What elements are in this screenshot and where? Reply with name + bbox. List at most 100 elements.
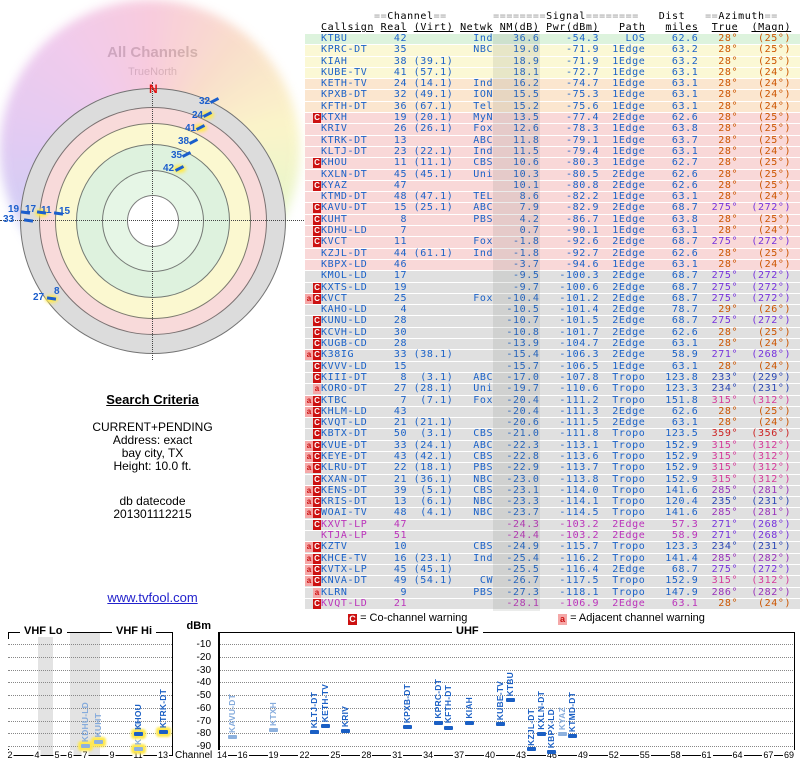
co-channel-marker-icon: C bbox=[313, 113, 321, 124]
table-row: a C KLRU-DT 22 (18.1) PBS -22.9 -113.7 Tro… bbox=[305, 462, 800, 474]
azimuth-values: 28° (24°) bbox=[698, 360, 792, 372]
table-row: C KBTX-DT 50 (3.1) CBS -21.0 -111.8 Tropo… bbox=[305, 428, 800, 440]
uhf-gridline bbox=[218, 707, 795, 709]
warning-marker-cell bbox=[305, 147, 321, 157]
bar-callsign-label: KIAH bbox=[463, 697, 474, 719]
vhf-gridline bbox=[8, 733, 172, 735]
bar-callsign-label: KLTJ-DT bbox=[309, 692, 320, 729]
signal-bar bbox=[464, 720, 474, 725]
uhf-channel-tick: 55 bbox=[638, 750, 651, 760]
adjacent-channel-marker-icon: a bbox=[305, 564, 313, 575]
co-channel-marker-icon: C bbox=[313, 497, 321, 508]
vhf-right-border bbox=[172, 632, 173, 756]
azimuth-values: 28° (25°) bbox=[698, 157, 792, 169]
station-row-data: KUHT 8 PBS 4.2 -86.7 1Edge 63.8 bbox=[321, 213, 699, 225]
vhf-lo-band-label: VHF Lo bbox=[20, 625, 67, 637]
station-row-data: KORO-DT 27 (28.1) Uni -19.7 -110.6 Tropo… bbox=[321, 383, 699, 395]
co-channel-marker-icon: C bbox=[313, 214, 321, 225]
azimuth-values: 315° (312°) bbox=[698, 439, 792, 451]
station-row-data: KBTX-DT 50 (3.1) CBS -21.0 -111.8 Tropo … bbox=[321, 428, 699, 440]
table-row: C KVCT 11 Fox -1.8 -92.6 2Edge 68.7 275° … bbox=[305, 236, 800, 248]
signal-bar bbox=[341, 729, 351, 734]
warning-marker-cell: C bbox=[305, 339, 321, 350]
warning-marker-cell bbox=[305, 249, 321, 259]
azimuth-values: 275° (272°) bbox=[698, 315, 792, 327]
station-row-data: WOAI-TV 48 (4.1) NBC -23.7 -114.5 Tropo … bbox=[321, 507, 699, 519]
azimuth-values: 28° (25°) bbox=[698, 405, 792, 417]
vhf-channel-tick: 9 bbox=[108, 750, 116, 760]
azimuth-values: 28° (24°) bbox=[698, 145, 792, 157]
station-row-data: KHLM-LD 43 -20.4 -111.3 2Edge 62.6 bbox=[321, 405, 699, 417]
co-channel-marker-icon: C bbox=[313, 293, 321, 304]
warning-marker-cell: C bbox=[305, 214, 321, 225]
search-criteria-block: Search Criteria CURRENT+PENDING Address:… bbox=[0, 392, 305, 521]
station-row-data: KXTS-LD 19 -9.7 -100.6 2Edge 68.7 bbox=[321, 281, 699, 293]
table-row: C KTXH 19 (20.1) MyN 13.5 -77.4 2Edge 62.… bbox=[305, 112, 800, 124]
signal-bar bbox=[444, 725, 454, 730]
station-row-data: KVQT-LD 21 (21.1) -20.6 -111.5 2Edge 63.… bbox=[321, 417, 699, 429]
station-row-data: KTBC 7 (7.1) Fox -20.4 -111.2 Tropo 151.… bbox=[321, 394, 699, 406]
vhf-channel-tick: 4 bbox=[33, 750, 41, 760]
azimuth-values: 315° (312°) bbox=[698, 394, 792, 406]
table-row: KUBE-TV 41 (57.1) 18.1 -72.7 1Edge 63.1 … bbox=[305, 66, 800, 79]
azimuth-values: 285° (281°) bbox=[698, 484, 792, 496]
table-row: C KCVH-LD 30 -10.8 -101.7 2Edge 62.6 28° … bbox=[305, 327, 800, 339]
station-row-data: KTJA-LP 51 -24.4 -103.2 2Edge 58.9 bbox=[321, 530, 699, 542]
table-row: KTRK-DT 13 ABC 11.8 -79.1 1Edge 63.7 28°… bbox=[305, 134, 800, 146]
azimuth-values: 28° (24°) bbox=[698, 597, 792, 609]
station-row-data: KNVA-DT 49 (54.1) CW -26.7 -117.5 Tropo … bbox=[321, 575, 699, 587]
table-row: KPRC-DT 35 NBC 19.0 -71.9 1Edge 63.2 28°… bbox=[305, 44, 800, 56]
radar-channel-label: 41 bbox=[185, 123, 197, 134]
bar-callsign-label: KBPX-LD bbox=[546, 708, 557, 748]
vhf-hi-band-label: VHF Hi bbox=[112, 625, 157, 637]
signal-bar bbox=[133, 747, 143, 752]
azimuth-values: 28° (24°) bbox=[698, 258, 792, 270]
uhf-channel-tick: 61 bbox=[700, 750, 713, 760]
warning-marker-cell bbox=[305, 531, 321, 541]
station-row-data: KUBE-TV 41 (57.1) 18.1 -72.7 1Edge 63.1 bbox=[321, 66, 699, 78]
table-row: C KVQT-LD 21 (21.1) -20.6 -111.5 2Edge 63… bbox=[305, 417, 800, 429]
azimuth-values: 28° (25°) bbox=[698, 33, 792, 44]
signal-bar bbox=[434, 720, 443, 725]
table-row: C KIII-DT 8 (3.1) ABC -17.0 -107.8 Tropo … bbox=[305, 372, 800, 384]
table-row: KXLN-DT 45 (45.1) Uni 10.3 -80.5 2Edge 6… bbox=[305, 169, 800, 180]
warning-marker-cell: aC bbox=[305, 542, 321, 553]
radar-center-circle bbox=[127, 195, 179, 247]
warning-marker-cell: a bbox=[305, 587, 321, 598]
table-row: KMOL-LD 17 -9.5 -100.3 2Edge 68.7 275° (… bbox=[305, 270, 800, 282]
signal-bar bbox=[568, 734, 578, 739]
bar-callsign-label: KRIV bbox=[340, 705, 351, 728]
table-row: KAHO-LD 4 -10.5 -101.4 2Edge 78.7 29° (2… bbox=[305, 304, 800, 316]
criteria-height: Height: 10.0 ft. bbox=[113, 459, 192, 473]
signal-bar bbox=[557, 732, 567, 737]
station-row-data: KTRK-DT 13 ABC 11.8 -79.1 1Edge 63.7 bbox=[321, 134, 699, 146]
table-row: KTMD-DT 48 (47.1) TEL 8.6 -82.2 1Edge 63… bbox=[305, 191, 800, 203]
azimuth-values: 235° (231°) bbox=[698, 496, 792, 508]
adjacent-channel-marker-icon: a bbox=[305, 576, 313, 587]
table-row: a C KHLM-LD 43 -20.4 -111.3 2Edge 62.6 28°… bbox=[305, 405, 800, 418]
station-row-data: KTMD-DT 48 (47.1) TEL 8.6 -82.2 1Edge 63… bbox=[321, 191, 699, 203]
azimuth-values: 28° (25°) bbox=[698, 134, 792, 146]
uhf-channel-tick: 43 bbox=[514, 750, 527, 760]
table-row: a C K38IG 33 (38.1) -15.4 -106.3 2Edge 58.… bbox=[305, 349, 800, 361]
station-row-data: KHOU 11 (11.1) CBS 10.6 -80.3 1Edge 62.7 bbox=[321, 157, 699, 169]
uhf-gridline bbox=[218, 644, 795, 645]
warning-marker-cell: C bbox=[305, 418, 321, 429]
bar-callsign-label: KHOU bbox=[132, 703, 143, 730]
vhf-gridline bbox=[8, 682, 172, 684]
azimuth-values: 28° (25°) bbox=[698, 44, 792, 56]
bar-callsign-label: KUBE-TV bbox=[494, 680, 505, 720]
warning-marker-cell: C bbox=[305, 598, 321, 609]
station-row-data: KVCT 25 Fox -10.4 -101.2 2Edge 68.7 bbox=[321, 292, 699, 304]
co-channel-marker-icon: C bbox=[313, 576, 321, 587]
tvfool-link[interactable]: www.tvfool.com bbox=[107, 590, 197, 605]
vhf-gridline bbox=[8, 720, 172, 722]
azimuth-values: 275° (272°) bbox=[698, 270, 792, 282]
channel-axis-label: Channel bbox=[175, 750, 213, 761]
azimuth-values: 28° (25°) bbox=[698, 213, 792, 225]
signal-bar bbox=[133, 731, 143, 736]
radar-channel-label: 33 bbox=[3, 214, 15, 225]
signal-bar bbox=[495, 721, 505, 726]
signal-bar bbox=[403, 725, 413, 730]
signal-bar bbox=[547, 749, 557, 754]
